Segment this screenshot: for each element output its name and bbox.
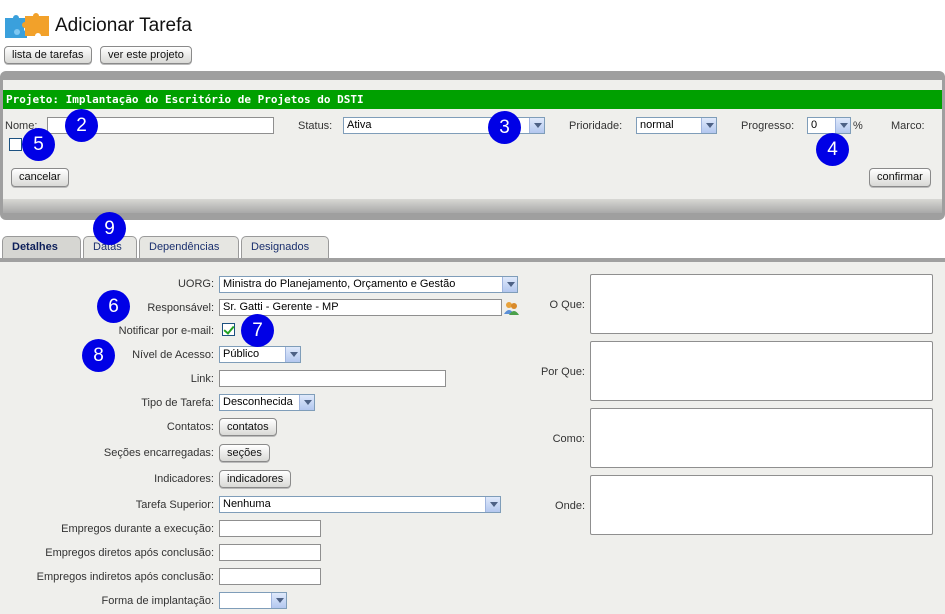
responsible-input[interactable]: Sr. Gatti - Gerente - MP (219, 299, 502, 316)
jobs-indirect-input[interactable] (219, 568, 321, 585)
parent-task-select[interactable]: Nenhuma (219, 496, 501, 513)
why-textarea[interactable] (590, 341, 933, 401)
what-label: O Que: (549, 299, 585, 311)
tab-designados[interactable]: Designados (241, 236, 329, 258)
where-label: Onde: (555, 500, 585, 512)
project-title-bar: Projeto: Implantação do Escritório de Pr… (3, 90, 942, 109)
users-icon[interactable] (503, 300, 520, 316)
tab-dependencias[interactable]: Dependências (139, 236, 239, 258)
uorg-label: UORG: (177, 278, 214, 290)
contacts-label: Contatos: (166, 421, 214, 433)
indicators-button[interactable]: indicadores (219, 470, 292, 488)
task-type-value: Desconhecida (223, 396, 293, 408)
priority-label: Prioridade: (569, 120, 623, 132)
annotation-marker-8: 8 (82, 339, 115, 372)
what-textarea[interactable] (590, 274, 933, 334)
responsible-label: Responsável: (147, 302, 214, 314)
annotation-marker-2: 2 (65, 109, 98, 142)
annotation-marker-4: 4 (816, 133, 849, 166)
task-type-select[interactable]: Desconhecida (219, 394, 315, 411)
progress-unit: % (853, 120, 863, 132)
chevron-down-icon (502, 277, 517, 292)
annotation-marker-6: 6 (97, 290, 130, 323)
milestone-checkbox[interactable] (9, 138, 22, 151)
chevron-down-icon (701, 118, 716, 133)
implementation-label: Forma de implantação: (101, 595, 215, 607)
priority-select[interactable]: normal (636, 117, 717, 134)
access-level-value: Público (223, 348, 260, 360)
access-level-select[interactable]: Público (219, 346, 301, 363)
progress-value: 0 (811, 119, 818, 131)
sections-button[interactable]: seções (219, 444, 270, 462)
chevron-down-icon (529, 118, 544, 133)
progress-label: Progresso: (741, 120, 795, 132)
annotation-marker-5: 5 (22, 128, 55, 161)
chevron-down-icon (835, 118, 850, 133)
jobs-direct-label: Empregos diretos após conclusão: (45, 547, 214, 559)
how-textarea[interactable] (590, 408, 933, 468)
uorg-select[interactable]: Ministra do Planejamento, Orçamento e Ge… (219, 276, 518, 293)
why-label: Por Que: (540, 366, 585, 378)
milestone-label: Marco: (891, 120, 925, 132)
annotation-marker-3: 3 (488, 111, 521, 144)
contacts-button[interactable]: contatos (219, 418, 277, 436)
sections-label: Seções encarregadas: (103, 447, 214, 459)
access-label: Nível de Acesso: (132, 349, 214, 361)
where-textarea[interactable] (590, 475, 933, 535)
chevron-down-icon (485, 497, 500, 512)
chevron-down-icon (285, 347, 300, 362)
implementation-select[interactable] (219, 592, 287, 609)
priority-value: normal (640, 119, 674, 131)
annotation-marker-7: 7 (241, 314, 274, 347)
app-logo-icon (5, 13, 49, 38)
indicators-label: Indicadores: (154, 473, 214, 485)
project-panel-bottom (3, 199, 942, 213)
progress-select[interactable]: 0 (807, 117, 851, 134)
tab-detalhes[interactable]: Detalhes (2, 236, 81, 258)
chevron-down-icon (271, 593, 286, 608)
view-project-button[interactable]: ver este projeto (100, 46, 192, 64)
task-list-button[interactable]: lista de tarefas (4, 46, 92, 64)
status-label: Status: (298, 120, 333, 132)
status-value: Ativa (347, 119, 372, 131)
link-label: Link: (190, 373, 214, 385)
jobs-during-input[interactable] (219, 520, 321, 537)
page-title: Adicionar Tarefa (55, 15, 192, 36)
link-input[interactable] (219, 370, 446, 387)
task-type-label: Tipo de Tarefa: (141, 397, 214, 409)
notify-label: Notificar por e-mail: (118, 325, 214, 337)
uorg-value: Ministra do Planejamento, Orçamento e Ge… (223, 278, 456, 290)
parent-task-value: Nenhuma (223, 498, 271, 510)
annotation-marker-9: 9 (93, 212, 126, 245)
how-label: Como: (552, 433, 585, 445)
jobs-during-label: Empregos durante a execução: (61, 523, 214, 535)
parent-task-label: Tarefa Superior: (135, 499, 214, 511)
jobs-direct-input[interactable] (219, 544, 321, 561)
jobs-indirect-label: Empregos indiretos após conclusão: (36, 571, 214, 583)
cancel-button[interactable]: cancelar (11, 168, 69, 187)
notify-email-checkbox[interactable] (222, 323, 235, 336)
confirm-button[interactable]: confirmar (869, 168, 931, 187)
chevron-down-icon (299, 395, 314, 410)
